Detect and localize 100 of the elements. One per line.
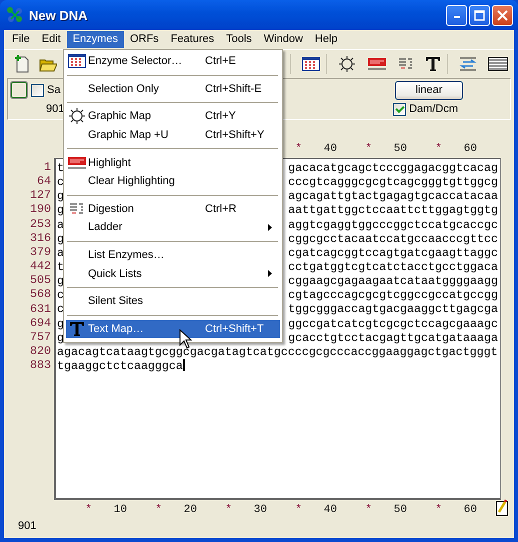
sequence-text: t <box>57 260 64 274</box>
ruler-label: 40 <box>322 504 337 516</box>
sequence-text: tgaaggctctcaagggca <box>57 358 183 373</box>
position-number: 505 <box>29 273 51 288</box>
menu-item[interactable]: Help <box>308 31 344 48</box>
sequence-text: c <box>57 175 64 190</box>
window-title: New DNA <box>29 8 89 22</box>
menu-item[interactable]: Enzymes <box>66 31 124 48</box>
ruler-label: 50 <box>392 504 407 516</box>
menu-item[interactable]: Selection Only Ctrl+Shift-E <box>66 80 280 98</box>
sequence-text: cccgtcagggcgcgtcagcgggtgttggcg <box>288 175 498 190</box>
tag-icon[interactable] <box>367 57 387 71</box>
notepad-pencil-icon[interactable] <box>496 498 508 516</box>
ruler-label: 40 <box>322 143 337 155</box>
position-number: 127 <box>29 188 51 202</box>
ruler-label: 20 <box>182 504 197 516</box>
align-arrows-icon[interactable] <box>459 56 477 72</box>
sequence-text: gcacctgtcctacgagttgcatgataaaga <box>288 330 498 345</box>
menu-item[interactable]: Graphic Map +U Ctrl+Shift+Y <box>66 126 280 144</box>
circle-map-icon[interactable] <box>338 55 356 73</box>
menu-item[interactable]: File <box>6 31 36 48</box>
sequence-text: t <box>57 161 64 176</box>
position-number: 253 <box>29 216 51 231</box>
ruler-label: * <box>154 504 162 516</box>
sequence-text: a <box>57 246 64 260</box>
enzyme-table-icon <box>68 54 86 68</box>
menu-item[interactable]: Window <box>258 31 309 48</box>
maximize-icon <box>474 10 485 20</box>
minimize-button[interactable] <box>446 4 467 26</box>
topology-button[interactable]: linear <box>395 80 463 100</box>
menu-item[interactable]: Clear Highlighting <box>66 172 280 191</box>
checkbox-label: Sa <box>47 84 60 96</box>
maximize-button[interactable] <box>469 4 490 26</box>
position-number: 757 <box>29 330 51 344</box>
submenu-arrow-icon <box>268 270 272 278</box>
menu-item[interactable]: Silent Sites <box>66 292 280 311</box>
save-checkbox[interactable] <box>31 84 44 96</box>
sequence-text: ggccgatcatcgtcgcgctccagcgaaagc <box>288 316 498 331</box>
sequence-text: g <box>57 232 64 246</box>
position-number: 1 <box>43 160 51 174</box>
sequence-text: a <box>57 218 64 232</box>
menu-item[interactable]: Features <box>164 31 220 48</box>
position-number: 442 <box>29 259 51 274</box>
sequence-text: cggaagcgagaagaatcataatggggaagg <box>288 274 498 288</box>
status-text: 901 <box>18 520 36 532</box>
circle-map-icon <box>68 107 86 126</box>
text-cursor <box>182 358 185 371</box>
close-button[interactable] <box>492 4 513 26</box>
sequence-text: g <box>57 316 64 331</box>
menu-item[interactable]: Text Map… Ctrl+Shift+T <box>66 320 280 338</box>
sequence-length: 901 <box>46 103 64 115</box>
ruler-label: * <box>364 143 372 155</box>
sequence-text: aattgattggctccaattcttggagtggtg <box>288 203 498 218</box>
text-icon[interactable] <box>425 56 441 72</box>
dashed-lines-icon[interactable] <box>398 57 414 71</box>
sequence-text: aggtcgaggtggcccggctccatgcaccgc <box>288 218 498 232</box>
checkbox-label: Dam/Dcm <box>409 103 458 115</box>
menu-item[interactable]: Quick Lists <box>66 264 280 283</box>
text-icon <box>69 320 85 337</box>
position-number: 64 <box>36 174 51 188</box>
position-number: 883 <box>29 358 51 372</box>
ruler-label: * <box>294 504 302 516</box>
position-number: 694 <box>29 316 51 330</box>
ruler-label: * <box>434 143 442 155</box>
ruler-label: * <box>84 504 92 516</box>
ruler-label: * <box>434 504 442 516</box>
new-document-icon[interactable] <box>14 55 30 73</box>
position-number: 190 <box>29 202 51 217</box>
sequence-text: gacacatgcagctcccggagacggtcacag <box>288 161 498 176</box>
menu-item[interactable]: Digestion Ctrl+R <box>66 200 280 218</box>
enzyme-table-icon[interactable] <box>302 57 320 71</box>
position-number: 568 <box>29 287 51 302</box>
position-number: 820 <box>29 344 51 358</box>
menu-item[interactable]: Tools <box>220 31 258 48</box>
sequence-text: g <box>57 203 64 218</box>
gel-ladder-icon[interactable] <box>488 57 508 71</box>
menu-item[interactable]: Graphic Map Ctrl+Y <box>66 107 280 126</box>
sequence-text: g <box>57 330 64 345</box>
ruler-label: * <box>224 504 232 516</box>
menu-item[interactable]: Edit <box>36 31 67 48</box>
close-icon <box>497 10 508 20</box>
position-number: 379 <box>29 244 51 260</box>
ruler-label: * <box>364 504 372 516</box>
sequence-text: c <box>57 288 64 302</box>
ruler-label: 50 <box>392 143 407 155</box>
sequence-text: cggcgcctacaatccatgccaacccgttcc <box>288 232 498 246</box>
ruler-label: * <box>294 143 302 155</box>
sequence-text: cgtagcccagcgcgtcggccgccatgccgg <box>288 288 498 302</box>
menu-item[interactable]: Ladder <box>66 218 280 237</box>
sequence-text: agcagattgtactgagagtgcaccatacaa <box>288 189 498 204</box>
sequence-text: cgatcagcggtccagtgatcgaagttaggc <box>288 246 498 260</box>
menu-item[interactable]: List Enzymes… <box>66 246 280 264</box>
tag-icon <box>67 156 87 170</box>
dam-dcm-checkbox[interactable] <box>393 102 406 116</box>
menu-item[interactable]: ORFs <box>124 31 165 48</box>
toggle-square-icon[interactable] <box>11 82 27 98</box>
position-number: 631 <box>29 302 51 316</box>
menu-item[interactable]: Enzyme Selector… Ctrl+E <box>66 52 280 71</box>
folder-icon[interactable] <box>39 56 57 72</box>
menu-item[interactable]: Highlight <box>66 153 280 172</box>
